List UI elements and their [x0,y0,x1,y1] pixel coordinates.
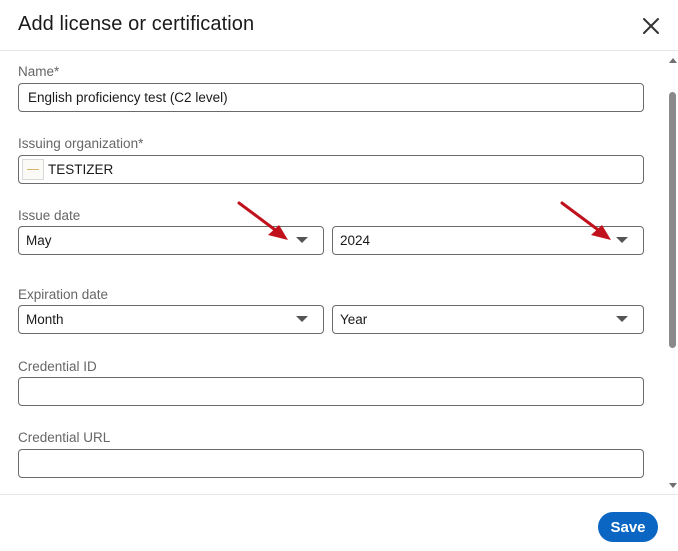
expiration-year-select[interactable]: Year [332,305,644,334]
credential-id-input[interactable] [18,377,644,406]
issuing-org-label: Issuing organization* [18,136,144,151]
chevron-down-icon [296,316,308,322]
red-arrow-icon [560,201,611,240]
name-input[interactable]: English proficiency test (C2 level) [18,83,644,112]
chevron-down-icon [296,237,308,243]
expiration-month-value: Month [26,312,64,327]
credential-id-label: Credential ID [18,359,97,374]
credential-url-input[interactable] [18,449,644,478]
close-icon [643,18,659,34]
issue-date-label: Issue date [18,208,81,223]
dialog-title: Add license or certification [18,13,255,35]
dialog-header: Add license or certification [0,0,678,51]
dialog-body: Name* English proficiency test (C2 level… [0,52,666,494]
scrollbar-thumb[interactable] [669,92,676,348]
expiration-year-value: Year [340,312,368,327]
red-arrow-icon [237,201,288,240]
expiration-month-select[interactable]: Month [18,305,324,334]
scroll-down-icon[interactable] [669,483,677,488]
close-button[interactable] [638,13,664,39]
scroll-up-icon[interactable] [669,58,677,63]
organization-logo [22,159,44,180]
chevron-down-icon [616,237,628,243]
save-button[interactable]: Save [598,512,658,542]
issue-year-value: 2024 [340,233,371,248]
issuing-org-value: TESTIZER [48,162,114,177]
scrollbar[interactable] [666,52,678,494]
name-label: Name* [18,64,60,79]
dialog-footer: Save [0,494,678,551]
issue-month-value: May [26,233,52,248]
expiration-date-label: Expiration date [18,287,109,302]
credential-url-label: Credential URL [18,430,111,445]
chevron-down-icon [616,316,628,322]
issuing-org-input[interactable]: TESTIZER [18,155,644,184]
